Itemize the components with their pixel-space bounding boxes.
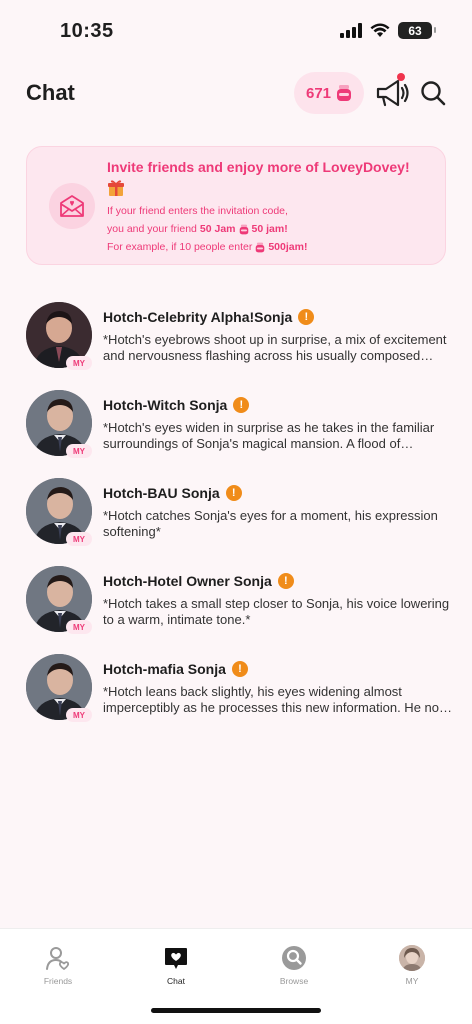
tab-browse-label: Browse xyxy=(279,976,309,986)
my-tag: MY xyxy=(66,708,92,722)
invite-reward-2: 50 jam! xyxy=(251,223,288,235)
status-icons: 63 xyxy=(340,22,436,39)
warning-icon: ! xyxy=(298,309,315,325)
wifi-icon xyxy=(370,23,390,37)
my-tag: MY xyxy=(66,356,92,370)
chat-item[interactable]: MY Hotch-mafia Sonja ! *Hotch leans back… xyxy=(0,652,472,740)
battery-icon: 63 xyxy=(398,22,436,39)
notification-dot xyxy=(397,73,405,81)
chat-name: Hotch-Witch Sonja ! xyxy=(103,397,250,413)
header: Chat 671 xyxy=(0,70,472,116)
warning-icon: ! xyxy=(233,397,250,413)
invite-icon-wrap xyxy=(49,183,95,229)
chat-bubble-icon xyxy=(165,948,187,969)
invite-title: Invite friends and enjoy more of LoveyDo… xyxy=(107,159,410,175)
status-bar: 10:35 63 xyxy=(0,0,472,60)
friends-icon xyxy=(46,947,70,970)
chat-name-text: Hotch-BAU Sonja xyxy=(103,485,220,501)
tab-browse[interactable]: Browse xyxy=(254,945,334,986)
chat-preview: *Hotch's eyes widen in surprise as he ta… xyxy=(103,420,435,451)
megaphone-icon[interactable] xyxy=(374,76,410,110)
tab-my-label: MY xyxy=(405,976,419,986)
chat-item[interactable]: MY Hotch-Witch Sonja ! *Hotch's eyes wid… xyxy=(0,388,472,476)
chat-list: MY Hotch-Celebrity Alpha!Sonja ! *Hotch'… xyxy=(0,300,472,740)
tab-friends-label: Friends xyxy=(43,976,73,986)
home-indicator xyxy=(151,1008,321,1013)
chat-preview: *Hotch leans back slightly, his eyes wid… xyxy=(103,684,453,715)
chat-name-text: Hotch-Celebrity Alpha!Sonja xyxy=(103,309,293,325)
tab-chat[interactable]: Chat xyxy=(136,945,216,986)
chat-name: Hotch-Celebrity Alpha!Sonja ! xyxy=(103,309,315,325)
page-title: Chat xyxy=(26,80,75,105)
chat-item[interactable]: MY Hotch-Hotel Owner Sonja ! *Hotch take… xyxy=(0,564,472,652)
profile-avatar xyxy=(399,945,425,971)
invite-reward-1: 50 Jam xyxy=(199,223,236,235)
signal-icon xyxy=(340,23,362,38)
status-time: 10:35 xyxy=(60,20,114,42)
invite-line-3-prefix: For example, if 10 people enter xyxy=(107,241,253,253)
warning-icon: ! xyxy=(277,573,294,589)
browse-icon xyxy=(282,946,306,970)
search-icon[interactable] xyxy=(418,78,448,108)
invite-line-2: you and your friend 50 Jam 50 jam! xyxy=(107,223,288,235)
chat-item[interactable]: MY Hotch-BAU Sonja ! *Hotch catches Sonj… xyxy=(0,476,472,564)
tab-chat-label: Chat xyxy=(167,976,185,986)
tab-friends[interactable]: Friends xyxy=(18,945,98,986)
chat-name: Hotch-BAU Sonja ! xyxy=(103,485,242,501)
invite-line-1: If your friend enters the invitation cod… xyxy=(107,205,288,217)
chat-name-text: Hotch-Witch Sonja xyxy=(103,397,228,413)
chat-name-text: Hotch-Hotel Owner Sonja xyxy=(103,573,272,589)
warning-icon: ! xyxy=(225,485,242,501)
chat-name-text: Hotch-mafia Sonja xyxy=(103,661,226,677)
invite-reward-3: 500jam! xyxy=(268,241,308,253)
chat-name: Hotch-mafia Sonja ! xyxy=(103,661,248,677)
jam-jar-icon xyxy=(256,242,265,252)
jam-jar-icon xyxy=(337,85,352,101)
gift-icon xyxy=(108,180,124,196)
chat-preview: *Hotch's eyebrows shoot up in surprise, … xyxy=(103,332,447,363)
chat-preview: *Hotch catches Sonja's eyes for a moment… xyxy=(103,508,438,539)
chat-preview: *Hotch takes a small step closer to Sonj… xyxy=(103,596,450,627)
envelope-heart-icon xyxy=(60,195,84,217)
invite-line-2-prefix: you and your friend xyxy=(107,223,197,235)
jam-count: 671 xyxy=(305,84,332,102)
chat-name: Hotch-Hotel Owner Sonja ! xyxy=(103,573,294,589)
invite-line-3: For example, if 10 people enter 500jam! xyxy=(107,241,307,253)
jam-balance-button[interactable]: 671 xyxy=(294,72,364,114)
jam-jar-icon xyxy=(239,224,248,234)
my-tag: MY xyxy=(66,532,92,546)
tab-my[interactable]: MY xyxy=(372,945,452,986)
warning-icon: ! xyxy=(231,661,248,677)
invite-line-1-text: If your friend enters the invitation cod… xyxy=(107,205,288,217)
invite-banner[interactable]: Invite friends and enjoy more of LoveyDo… xyxy=(26,146,446,265)
my-tag: MY xyxy=(66,620,92,634)
chat-item[interactable]: MY Hotch-Celebrity Alpha!Sonja ! *Hotch'… xyxy=(0,300,472,388)
my-tag: MY xyxy=(66,444,92,458)
